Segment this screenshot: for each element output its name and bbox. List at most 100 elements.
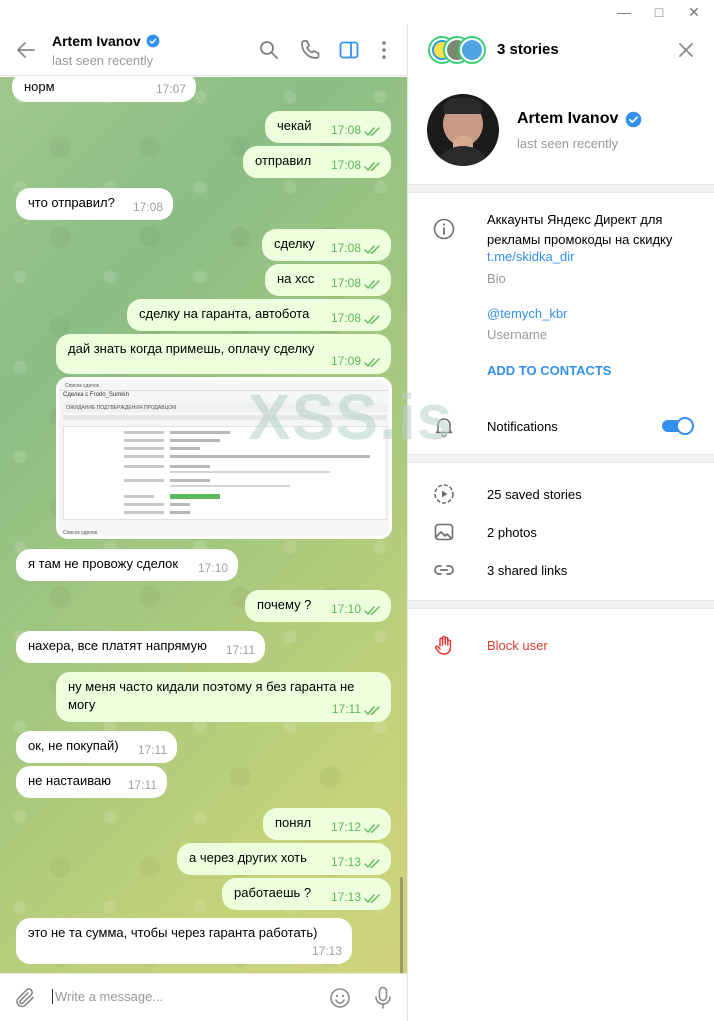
profile-avatar[interactable]: [427, 94, 499, 166]
stories-icon: [434, 484, 454, 504]
message-time: 17:08: [330, 123, 361, 137]
message-text: отправил: [255, 153, 312, 168]
message-time: 17:07: [155, 82, 186, 96]
chat-scrollbar[interactable]: [400, 877, 403, 973]
message-text: дай знать когда примешь, оплачу сделку: [68, 341, 315, 356]
message-bubble[interactable]: сделку на гаранта, автобота 17:08: [127, 299, 391, 331]
message-time: 17:11: [127, 778, 157, 792]
add-to-contacts-button[interactable]: ADD TO CONTACTS: [487, 363, 611, 378]
username-value[interactable]: @temych_kbr: [487, 306, 567, 321]
message-text: это не та сумма, чтобы через гаранта раб…: [28, 925, 318, 940]
read-checkmarks-icon: [364, 315, 380, 325]
message-bubble[interactable]: что отправил? 17:08: [16, 188, 173, 220]
bio-caption: Bio: [487, 271, 506, 286]
message-bubble[interactable]: почему ? 17:10: [245, 590, 391, 622]
back-arrow-icon[interactable]: [14, 38, 38, 62]
message-time: 17:13: [311, 944, 342, 958]
message-bubble[interactable]: ок, не покупай) 17:11: [16, 731, 177, 763]
search-icon[interactable]: [257, 38, 281, 62]
section-separator: [408, 184, 714, 193]
message-text: ок, не покупай): [28, 738, 119, 753]
message-text: сделку на гаранта, автобота: [139, 306, 310, 321]
message-text: чекай: [277, 118, 312, 133]
message-time: 17:08: [330, 241, 361, 255]
close-icon[interactable]: [674, 38, 698, 62]
stories-label[interactable]: 3 stories: [497, 41, 559, 58]
watermark-text: XSS.is: [248, 381, 454, 453]
section-separator: [408, 600, 714, 609]
message-time: 17:11: [225, 643, 255, 657]
message-time: 17:10: [330, 602, 361, 616]
saved-stories-row[interactable]: 25 saved stories: [487, 487, 582, 502]
message-bubble[interactable]: нахера, все платят напрямую 17:11: [16, 631, 265, 663]
message-bubble[interactable]: дай знать когда примешь, оплачу сделку 1…: [56, 334, 391, 374]
photo-icon: [434, 523, 454, 541]
message-bubble[interactable]: на хсс 17:08: [265, 264, 391, 296]
message-bubble[interactable]: я там не провожу сделок 17:10: [16, 549, 238, 581]
read-checkmarks-icon: [364, 606, 380, 616]
message-text: нахера, все платят напрямую: [28, 638, 207, 653]
shared-links-row[interactable]: 3 shared links: [487, 563, 567, 578]
message-time: 17:12: [330, 820, 361, 834]
bio-link[interactable]: t.me/skidka_dir: [487, 249, 574, 264]
message-time: 17:09: [330, 354, 361, 368]
message-text: я там не провожу сделок: [28, 556, 179, 571]
message-bubble[interactable]: отправил 17:08: [243, 146, 391, 178]
notifications-toggle[interactable]: [662, 417, 694, 435]
message-text: а через других хоть: [189, 850, 307, 865]
message-bubble[interactable]: ну меня часто кидали поэтому я без гаран…: [56, 672, 391, 722]
read-checkmarks-icon: [364, 280, 380, 290]
message-text: почему ?: [257, 597, 312, 612]
chat-name: Artem Ivanov: [52, 33, 141, 49]
message-bubble[interactable]: чекай 17:08: [265, 111, 391, 143]
block-user-button[interactable]: Block user: [487, 638, 548, 653]
message-text: работаешь ?: [234, 885, 312, 900]
chat-title[interactable]: Artem Ivanov: [52, 33, 160, 49]
profile-status: last seen recently: [517, 136, 619, 151]
read-checkmarks-icon: [364, 706, 380, 716]
profile-name: Artem Ivanov: [517, 110, 619, 127]
stories-avatars[interactable]: [428, 36, 490, 64]
message-bubble[interactable]: норм 17:07: [12, 72, 196, 102]
read-checkmarks-icon: [364, 358, 380, 368]
read-checkmarks-icon: [364, 859, 380, 869]
verified-icon: [626, 111, 642, 127]
section-separator: [408, 454, 714, 463]
message-time: 17:13: [330, 855, 361, 869]
phone-icon[interactable]: [298, 38, 322, 62]
message-time: 17:08: [330, 158, 361, 172]
message-bubble[interactable]: работаешь ? 17:13: [222, 878, 391, 910]
link-icon: [434, 565, 454, 575]
message-bubble[interactable]: сделку 17:08: [262, 229, 391, 261]
message-input[interactable]: Write a message...: [52, 989, 163, 1004]
attach-icon[interactable]: [13, 986, 37, 1010]
emoji-icon[interactable]: [328, 986, 352, 1010]
photos-row[interactable]: 2 photos: [487, 525, 537, 540]
close-window-button[interactable]: ✕: [676, 0, 712, 24]
sidebar-toggle-icon[interactable]: [337, 38, 361, 62]
screenshot-title: Сделка с Frodo_Sumkin: [63, 392, 129, 398]
profile-name-row: Artem Ivanov: [517, 110, 642, 128]
message-bubble[interactable]: это не та сумма, чтобы через гаранта раб…: [16, 918, 352, 964]
message-bubble[interactable]: а через других хоть 17:13: [177, 843, 391, 875]
message-text: на хсс: [277, 271, 315, 286]
message-text: что отправил?: [28, 195, 115, 210]
message-text: не настаиваю: [28, 773, 111, 788]
message-text: сделку: [274, 236, 315, 251]
message-text: понял: [275, 815, 312, 830]
message-bubble[interactable]: понял 17:12: [263, 808, 391, 840]
minimize-button[interactable]: —: [606, 0, 642, 24]
screenshot-breadcrumb: Список сделок: [65, 383, 99, 389]
profile-panel: 3 stories Artem Ivanov last seen recentl…: [408, 24, 714, 1021]
read-checkmarks-icon: [364, 824, 380, 834]
maximize-button[interactable]: □: [641, 0, 677, 24]
username-caption: Username: [487, 327, 547, 342]
microphone-icon[interactable]: [371, 985, 395, 1011]
read-checkmarks-icon: [364, 245, 380, 255]
more-options-icon[interactable]: [372, 38, 396, 62]
story-thumb: [458, 36, 486, 64]
bio-text: Аккаунты Яндекс Директ для рекламы промо…: [487, 212, 673, 247]
block-hand-icon: [434, 635, 452, 655]
message-bubble[interactable]: не настаиваю 17:11: [16, 766, 167, 798]
message-time: 17:08: [132, 200, 163, 214]
